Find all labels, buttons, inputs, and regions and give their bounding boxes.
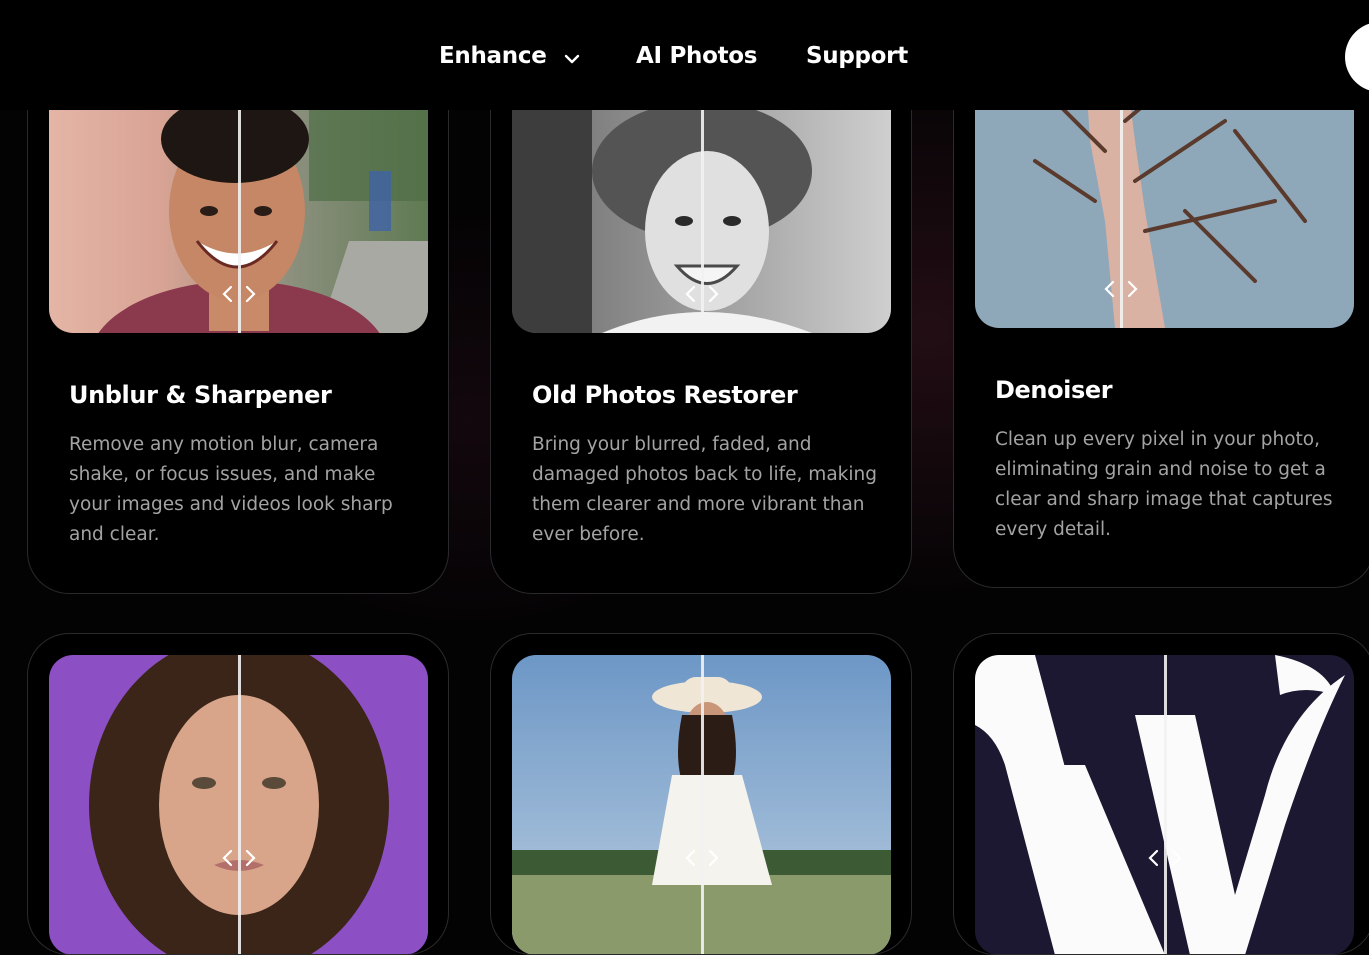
compare-arrows-icon[interactable] [1101, 279, 1141, 299]
compare-divider[interactable] [238, 655, 241, 954]
card-title: Unblur & Sharpener [69, 381, 332, 409]
card-title: Denoiser [995, 376, 1113, 404]
feature-card-denoiser[interactable]: Denoiser Clean up every pixel in your ph… [953, 60, 1369, 588]
card-image-portrait [512, 655, 891, 954]
compare-arrows-icon[interactable] [219, 848, 259, 868]
card-description: Bring your blurred, faded, and damaged p… [532, 434, 877, 545]
feature-card-old-photos[interactable]: Old Photos Restorer Bring your blurred, … [490, 60, 912, 594]
feature-card-face[interactable] [27, 633, 449, 955]
compare-arrows-icon[interactable] [1145, 848, 1185, 868]
header-action-button[interactable] [1345, 22, 1369, 92]
card-image-face [49, 655, 428, 954]
feature-card-portrait[interactable] [490, 633, 912, 955]
compare-arrows-icon[interactable] [682, 848, 722, 868]
feature-card-vectorizer[interactable] [953, 633, 1369, 955]
feature-card-unblur[interactable]: Unblur & Sharpener Remove any motion blu… [27, 60, 449, 594]
card-image-vectorizer [975, 655, 1354, 954]
nav-item-enhance[interactable]: Enhance [439, 38, 580, 74]
card-title: Old Photos Restorer [532, 381, 798, 409]
compare-arrows-icon[interactable] [219, 284, 259, 304]
compare-arrows-icon[interactable] [682, 284, 722, 304]
compare-divider[interactable] [1164, 655, 1167, 954]
nav-item-support[interactable]: Support [806, 38, 908, 74]
chevron-down-icon [564, 39, 580, 75]
card-description: Clean up every pixel in your photo, elim… [995, 429, 1333, 540]
card-description: Remove any motion blur, camera shake, or… [69, 434, 393, 545]
compare-divider[interactable] [701, 655, 704, 954]
nav-item-label: Enhance [439, 43, 547, 69]
nav-item-ai-photos[interactable]: AI Photos [636, 38, 757, 74]
header: Enhance AI Photos Support [0, 0, 1369, 110]
main-nav: Enhance AI Photos Support [0, 38, 1369, 74]
